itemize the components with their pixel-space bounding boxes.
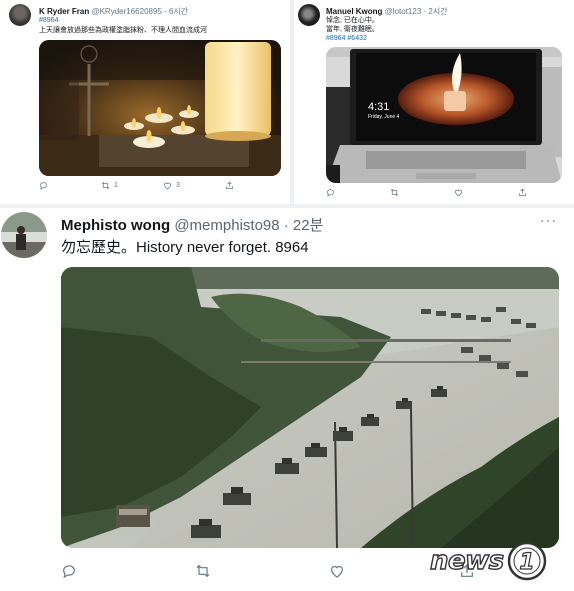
retweet-button[interactable] xyxy=(390,188,454,197)
reply-button[interactable] xyxy=(326,188,390,197)
laptop-photo[interactable]: 4:31 Friday, June 4 xyxy=(326,47,562,183)
handle-and-time: @lotot123 · 2시간 xyxy=(384,7,448,16)
screen-time: 4:31 xyxy=(368,101,390,113)
logo-mark: 1 xyxy=(507,541,546,581)
avatar-image xyxy=(1,212,47,258)
retweet-count: 1 xyxy=(114,182,118,189)
like-icon xyxy=(455,189,462,197)
hashtag[interactable]: #8964 xyxy=(39,16,58,26)
handle-and-time: @KRyder16620895 · 6시간 xyxy=(91,7,189,16)
tweet-author-line: Mephisto wong @memphisto98 · 22분 xyxy=(61,214,323,235)
handle-and-time: @memphisto98 · 22분 xyxy=(174,217,324,234)
candle-photo[interactable] xyxy=(39,40,281,176)
reply-button[interactable] xyxy=(39,181,101,190)
tweet-author-line: K Ryder Fran @KRyder16620895 · 6시간 xyxy=(39,6,188,17)
like-icon xyxy=(331,565,343,578)
share-button[interactable] xyxy=(225,181,234,190)
tweet-text: 勿忘歷史。History never forget. 8964 xyxy=(61,239,309,256)
like-count: 3 xyxy=(176,182,180,189)
screen-date: Friday, June 4 xyxy=(368,114,400,120)
share-icon xyxy=(519,188,526,196)
tweet-actions: 1 3 xyxy=(39,181,281,190)
reply-icon xyxy=(40,182,47,190)
tweet-card-2[interactable]: Manuel Kwong @lotot123 · 2시간 悼念, 已在心中。 當… xyxy=(294,0,574,204)
candle-image xyxy=(39,40,281,176)
retweet-icon xyxy=(390,188,399,197)
share-icon xyxy=(226,181,233,189)
more-icon[interactable]: ··· xyxy=(540,212,557,228)
retweet-button[interactable] xyxy=(194,563,329,579)
like-button[interactable] xyxy=(454,188,518,197)
news1-logo: news 1 xyxy=(429,540,548,582)
laptop-image xyxy=(326,47,562,183)
tank-photo[interactable] xyxy=(61,267,559,548)
tweet-text: 上天讓會放過那些為政權塗脂抹粉、不理人間血流成河 xyxy=(39,27,207,34)
avatar[interactable] xyxy=(1,212,47,258)
retweet-icon xyxy=(101,181,110,190)
tank-column-image xyxy=(61,267,559,548)
tweet-card-1[interactable]: K Ryder Fran @KRyder16620895 · 6시간 #8964… xyxy=(0,0,290,204)
avatar[interactable] xyxy=(9,4,31,26)
display-name[interactable]: K Ryder Fran xyxy=(39,7,89,16)
hashtags[interactable]: #8964 #6432 xyxy=(326,34,367,44)
reply-button[interactable] xyxy=(61,563,194,579)
display-name[interactable]: Mephisto wong xyxy=(61,217,170,234)
logo-text: news xyxy=(429,545,505,576)
tweet-actions xyxy=(326,188,562,197)
share-button[interactable] xyxy=(518,188,527,197)
like-button[interactable]: 3 xyxy=(163,181,225,190)
logo-digit: 1 xyxy=(519,550,534,575)
display-name[interactable]: Manuel Kwong xyxy=(326,7,382,16)
reply-icon xyxy=(63,565,75,579)
like-icon xyxy=(164,182,171,190)
avatar[interactable] xyxy=(298,4,320,26)
retweet-button[interactable]: 1 xyxy=(101,181,163,190)
reply-icon xyxy=(327,189,334,197)
retweet-icon xyxy=(196,564,210,578)
